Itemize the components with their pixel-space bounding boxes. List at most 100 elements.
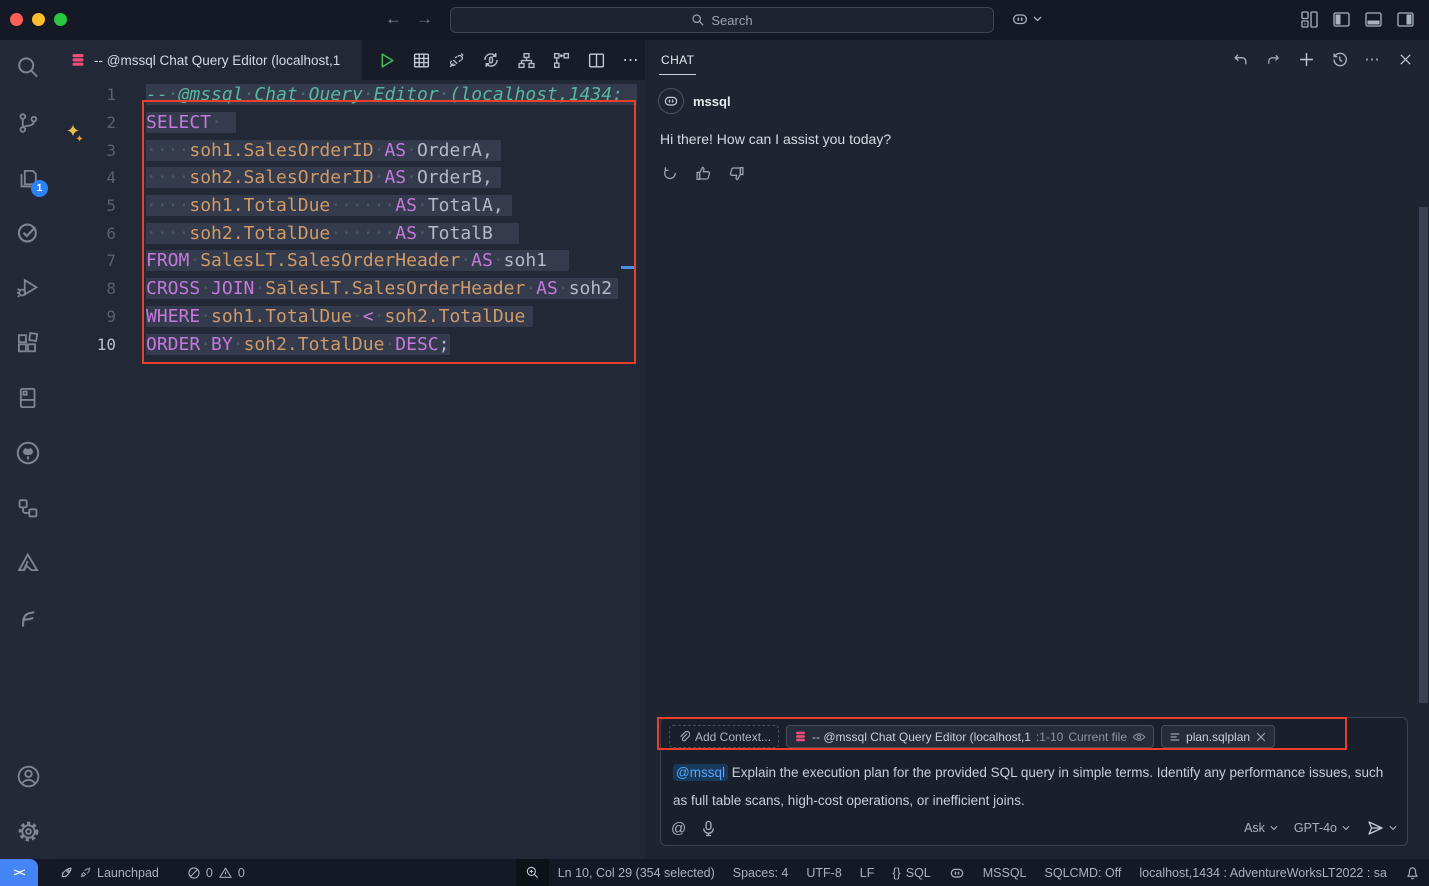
regenerate-button[interactable] (660, 163, 680, 183)
estimated-plan-button[interactable] (512, 46, 540, 74)
chat-input-box[interactable]: Add Context... -- @mssql Chat Query Edit… (660, 717, 1408, 846)
chevron-down-icon (1389, 825, 1397, 831)
copilot-icon (663, 93, 679, 109)
eol-sequence[interactable]: LF (851, 859, 884, 886)
status-bar: >< Launchpad 0 0 Ln 10, Col 29 (354 sele… (0, 859, 1429, 886)
copilot-avatar (658, 88, 684, 114)
context-file-title: -- @mssql Chat Query Editor (localhost,1 (812, 730, 1031, 744)
undo-chat-button[interactable] (1230, 49, 1250, 69)
notifications-button[interactable] (1396, 859, 1429, 886)
zoom-indicator[interactable] (516, 859, 549, 886)
thumbs-up-button[interactable] (693, 163, 713, 183)
customize-layout-icon[interactable] (1300, 10, 1319, 29)
toggle-secondary-sidebar-icon[interactable] (1396, 10, 1415, 29)
sqlcmd-toggle-button[interactable] (547, 46, 575, 74)
context-plan-pill[interactable]: plan.sqlplan (1161, 725, 1275, 748)
copilot-menu-button[interactable] (1011, 10, 1042, 28)
encoding[interactable]: UTF-8 (797, 859, 850, 886)
minimize-window-button[interactable] (32, 13, 45, 26)
mention-button[interactable]: @ (671, 820, 686, 837)
undo-arrow-icon (1232, 51, 1249, 68)
chat-close-button[interactable] (1395, 49, 1415, 69)
navigate-back-button[interactable]: ← (385, 9, 402, 29)
sidebar-item-search[interactable] (0, 40, 56, 95)
mssql-status[interactable]: MSSQL (974, 859, 1036, 886)
sqlcmd-icon (552, 51, 571, 70)
toggle-sidebar-icon[interactable] (1332, 10, 1351, 29)
chevron-down-icon (1270, 825, 1278, 831)
sidebar-item-run-debug[interactable] (0, 260, 56, 315)
close-window-button[interactable] (10, 13, 23, 26)
sidebar-item-fabric[interactable] (0, 590, 56, 645)
chat-more-button[interactable]: ⋯ (1362, 49, 1382, 69)
chevron-down-icon (1033, 16, 1042, 22)
sidebar-item-containers[interactable] (0, 480, 56, 535)
sidebar-item-source-control[interactable] (0, 95, 56, 150)
maximize-window-button[interactable] (54, 13, 67, 26)
sqlcmd-status[interactable]: SQLCMD: Off (1036, 859, 1131, 886)
new-chat-button[interactable] (1296, 49, 1316, 69)
microphone-icon[interactable] (701, 820, 716, 837)
results-grid-button[interactable] (407, 46, 435, 74)
sidebar-item-azure[interactable] (0, 535, 56, 590)
sidebar-item-github[interactable] (0, 425, 56, 480)
copilot-sparkle-icon[interactable] (64, 123, 86, 145)
sidebar-item-notebook[interactable] (0, 370, 56, 425)
language-mode[interactable]: {}SQL (883, 859, 939, 886)
sidebar-item-settings[interactable] (0, 804, 56, 859)
rocket-icon (59, 865, 74, 880)
model-label: GPT-4o (1294, 821, 1337, 835)
sidebar-item-account[interactable] (0, 749, 56, 804)
plug-small-icon (79, 866, 92, 879)
split-editor-button[interactable] (582, 46, 610, 74)
code-line: 8CROSS·JOIN·SalesLT.SalesOrderHeader·AS·… (56, 275, 637, 303)
copilot-status[interactable] (940, 859, 974, 886)
code-text: ····soh1.TotalDue······AS·TotalA, (146, 195, 512, 216)
connection-status[interactable]: localhost,1434 : AdventureWorksLT2022 : … (1130, 859, 1396, 886)
remove-context-icon[interactable] (1255, 731, 1267, 743)
sidebar-item-extensions[interactable] (0, 315, 56, 370)
database-icon (70, 52, 86, 68)
list-file-icon (1169, 731, 1181, 743)
problems-button[interactable]: 0 0 (178, 859, 254, 886)
more-actions-button[interactable]: ⋯ (617, 46, 645, 74)
code-text: --·@mssql·Chat·Query·Editor·(localhost,1… (146, 84, 637, 105)
code-line: 4····soh2.SalesOrderID·AS·OrderB, (56, 164, 637, 192)
toggle-panel-icon[interactable] (1364, 10, 1383, 29)
model-dropdown[interactable]: GPT-4o (1294, 821, 1350, 835)
eye-icon[interactable] (1132, 730, 1146, 744)
run-query-button[interactable] (372, 46, 400, 74)
launchpad-button[interactable]: Launchpad (50, 859, 168, 886)
disconnect-button[interactable] (442, 46, 470, 74)
copilot-icon (949, 865, 965, 881)
sidebar-item-explorer[interactable]: 1 (0, 150, 56, 205)
command-center-search[interactable]: Search (450, 7, 994, 33)
notebook-icon (15, 385, 41, 411)
redo-arrow-button[interactable] (1263, 49, 1283, 69)
indentation[interactable]: Spaces: 4 (724, 859, 798, 886)
chat-history-button[interactable] (1329, 49, 1349, 69)
chat-scrollbar[interactable] (1419, 207, 1428, 703)
change-connection-button[interactable] (477, 46, 505, 74)
prompt-text: Explain the execution plan for the provi… (673, 765, 1383, 808)
add-context-button[interactable]: Add Context... (669, 725, 779, 748)
code-text: ····soh2.TotalDue······AS·TotalB (146, 223, 519, 244)
editor-tab[interactable]: -- @mssql Chat Query Editor (localhost,1 (56, 40, 362, 80)
remote-indicator[interactable]: >< (0, 859, 38, 886)
navigate-forward-button[interactable]: → (416, 9, 433, 29)
chat-prompt-input[interactable]: @mssql Explain the execution plan for th… (661, 748, 1407, 815)
context-file-pill[interactable]: -- @mssql Chat Query Editor (localhost,1… (786, 725, 1154, 748)
zoom-in-icon (525, 865, 540, 880)
send-button[interactable] (1366, 819, 1397, 837)
sidebar-item-task-check[interactable] (0, 205, 56, 260)
code-text: FROM·SalesLT.SalesOrderHeader·AS·soh1 (146, 250, 569, 271)
tab-chat[interactable]: CHAT (659, 44, 696, 75)
thumbs-down-button[interactable] (726, 163, 746, 183)
code-line: 9WHERE·soh1.TotalDue·<·soh2.TotalDue (56, 303, 637, 331)
cursor-position[interactable]: Ln 10, Col 29 (354 selected) (549, 859, 724, 886)
azure-icon (15, 550, 41, 576)
code-editor[interactable]: 1--·@mssql·Chat·Query·Editor·(localhost,… (56, 80, 637, 859)
line-number: 4 (56, 168, 116, 187)
split-icon (587, 51, 606, 70)
mode-dropdown[interactable]: Ask (1244, 821, 1278, 835)
